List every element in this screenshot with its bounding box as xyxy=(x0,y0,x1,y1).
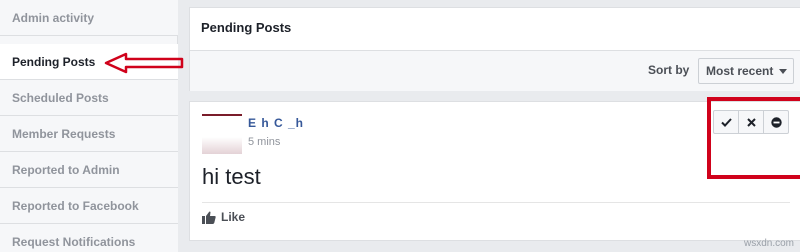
moderation-controls xyxy=(713,110,789,134)
sidebar-item-scheduled-posts[interactable]: Scheduled Posts xyxy=(0,80,178,116)
watermark: wsxdn.com xyxy=(743,238,794,249)
decline-button[interactable] xyxy=(738,110,764,134)
sidebar-item-reported-to-facebook[interactable]: Reported to Facebook xyxy=(0,188,178,224)
post-timestamp[interactable]: 5 mins xyxy=(248,136,280,148)
sidebar-item-member-requests[interactable]: Member Requests xyxy=(0,116,178,152)
remove-icon xyxy=(770,116,782,128)
close-icon xyxy=(746,117,756,127)
divider xyxy=(202,202,790,203)
check-icon xyxy=(720,117,732,127)
annotation-arrow-icon xyxy=(104,52,184,74)
sort-label: Sort by xyxy=(648,63,690,77)
sort-value: Most recent xyxy=(706,64,774,78)
like-label: Like xyxy=(221,210,246,224)
approve-button[interactable] xyxy=(713,110,739,134)
post-author[interactable]: E h C _h xyxy=(248,116,304,130)
sort-bar: Sort by Most recent xyxy=(190,50,800,91)
sidebar-item-reported-to-admin[interactable]: Reported to Admin xyxy=(0,152,178,188)
sidebar-item-request-notifications[interactable]: Request Notifications xyxy=(0,224,178,252)
sort-dropdown[interactable]: Most recent xyxy=(698,58,794,84)
sidebar-item-admin-activity[interactable]: Admin activity xyxy=(0,0,178,36)
post-text: hi test xyxy=(202,164,261,189)
pending-posts-header: Pending Posts Sort by Most recent xyxy=(189,7,800,91)
remove-button[interactable] xyxy=(763,110,789,134)
like-button[interactable]: Like xyxy=(202,210,245,224)
thumbs-up-icon xyxy=(202,211,216,224)
admin-sidebar: Admin activity Pending Posts Scheduled P… xyxy=(0,0,178,252)
caret-down-icon xyxy=(779,69,787,74)
page-title: Pending Posts xyxy=(201,20,292,35)
avatar[interactable] xyxy=(202,114,242,154)
